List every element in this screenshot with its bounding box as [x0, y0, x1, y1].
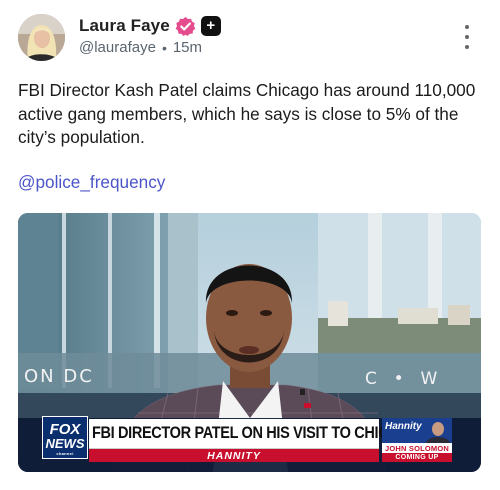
- promo-status: COMING UP: [382, 453, 452, 462]
- chyron-headline: FBI DIRECTOR PATEL ON HIS VISIT TO CHICA…: [89, 419, 421, 449]
- promo-guest: JOHN SOLOMON: [382, 443, 452, 453]
- plus-icon[interactable]: +: [200, 16, 221, 36]
- post-timestamp: 15m: [172, 39, 203, 56]
- mention-link[interactable]: @police_frequency: [18, 172, 165, 193]
- author-meta: @laurafaye • 15m: [79, 39, 202, 56]
- author-display-name[interactable]: Laura Faye: [79, 16, 170, 36]
- avatar[interactable]: [18, 14, 65, 61]
- author-name-row: Laura Faye +: [79, 14, 221, 38]
- more-options-icon[interactable]: [460, 25, 474, 49]
- promo-status-text: COMING UP: [395, 454, 439, 461]
- backdrop-text-right: C • W: [365, 369, 440, 389]
- logo-line-2: NEWS: [45, 436, 85, 451]
- logo-line-1: FOX: [49, 421, 81, 438]
- show-name-bar: HANNITY: [89, 449, 379, 462]
- post-video-thumbnail[interactable]: ON DC C • W FOX NEWS channel FBI DIRECTO…: [18, 213, 481, 472]
- logo-line-3: channel: [56, 451, 74, 456]
- post-text: FBI Director Kash Patel claims Chicago h…: [18, 80, 476, 147]
- show-name: HANNITY: [207, 449, 261, 462]
- coming-up-promo: Hannity JOHN SOLOMON COMING UP: [382, 418, 452, 462]
- promo-guest-name: JOHN SOLOMON: [384, 443, 450, 453]
- fox-news-logo: FOX NEWS channel: [42, 416, 88, 459]
- author-handle[interactable]: @laurafaye: [79, 39, 156, 56]
- verified-badge-icon: [175, 16, 196, 37]
- meta-separator: •: [161, 39, 167, 56]
- social-post: Laura Faye + @laurafaye • 15m FBI Direct…: [0, 0, 500, 490]
- promo-thumbnail: Hannity: [382, 418, 452, 443]
- chyron-headline-text: FBI DIRECTOR PATEL ON HIS VISIT TO CHICA…: [92, 424, 421, 442]
- backdrop-text-left: ON DC: [24, 366, 94, 387]
